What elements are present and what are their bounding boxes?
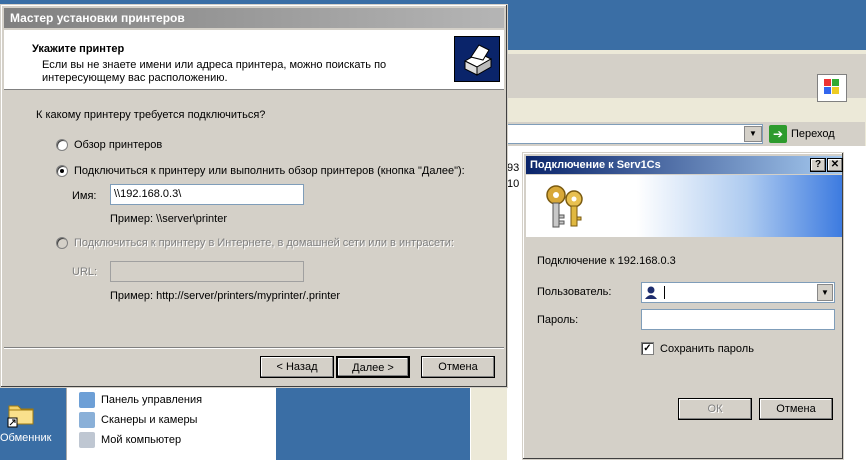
explorer-toolbar	[471, 54, 866, 102]
radio-label: Подключиться к принтеру в Интернете, в д…	[74, 237, 454, 249]
address-bar: ▼ ➔ Переход	[507, 122, 865, 146]
back-button[interactable]: < Назад	[260, 356, 334, 378]
save-password-label: Сохранить пароль	[660, 342, 754, 355]
go-arrow-icon: ➔	[769, 125, 787, 143]
ok-button[interactable]: ОК	[678, 398, 752, 420]
wizard-header-title: Укажите принтер	[32, 43, 125, 55]
address-input[interactable]: ▼	[507, 124, 763, 144]
content-fragment: 10	[507, 178, 520, 190]
shared-folder-icon[interactable]	[6, 398, 36, 428]
text-caret	[664, 286, 665, 299]
wizard-header-subtitle: Если вы не знаете имени или адреса принт…	[42, 59, 387, 84]
connection-dialog: Подключение к Serv1Cs ? ✕ Подключение к …	[522, 152, 844, 460]
password-input[interactable]	[641, 309, 835, 330]
windows-logo-icon	[817, 74, 847, 102]
connection-title-bar[interactable]: Подключение к Serv1Cs ? ✕	[526, 156, 843, 174]
task-pane: Панель управления Сканеры и камеры Мой к…	[66, 386, 276, 460]
wizard-question: К какому принтеру требуется подключиться…	[36, 109, 266, 121]
wizard-body: К какому принтеру требуется подключиться…	[4, 91, 504, 341]
password-label: Пароль:	[537, 314, 579, 326]
task-item-control-panel[interactable]: Панель управления	[79, 392, 202, 408]
connection-target: Подключение к 192.168.0.3	[537, 255, 676, 267]
user-combobox[interactable]: ▼	[641, 282, 835, 303]
task-item-scanners[interactable]: Сканеры и камеры	[79, 412, 197, 428]
help-icon[interactable]: ?	[810, 158, 826, 172]
radio-connect-printer[interactable]: Подключиться к принтеру или выполнить об…	[56, 165, 465, 177]
wizard-header: Укажите принтер Если вы не знаете имени …	[4, 30, 504, 90]
task-item-label: Панель управления	[101, 394, 203, 406]
user-label: Пользователь:	[537, 286, 612, 298]
radio-internet-printer[interactable]: Подключиться к принтеру в Интернете, в д…	[56, 237, 454, 249]
radio-button-disabled	[56, 237, 68, 249]
chevron-down-icon[interactable]: ▼	[744, 126, 762, 142]
url-input	[110, 261, 304, 282]
chevron-down-icon[interactable]: ▼	[817, 284, 833, 301]
checkbox-checked[interactable]: ✓	[641, 342, 654, 355]
content-fragment: 93	[507, 162, 520, 174]
save-password-checkbox[interactable]: ✓ Сохранить пароль	[641, 342, 754, 355]
task-item-label: Мой компьютер	[101, 434, 182, 446]
cancel-button[interactable]: Отмена	[421, 356, 495, 378]
radio-button[interactable]	[56, 139, 68, 151]
url-label: URL:	[72, 266, 98, 278]
my-computer-icon	[79, 432, 95, 448]
connection-title: Подключение к Serv1Cs	[530, 159, 661, 171]
name-label: Имя:	[72, 190, 97, 202]
shared-folder-label: Обменник	[0, 432, 52, 444]
cancel-button[interactable]: Отмена	[759, 398, 833, 420]
task-item-my-computer[interactable]: Мой компьютер	[79, 432, 181, 448]
printer-name-input[interactable]: \\192.168.0.3\	[110, 184, 304, 205]
name-example: Пример: \\server\printer	[110, 213, 227, 225]
next-button[interactable]: Далее >	[336, 356, 410, 378]
close-icon[interactable]: ✕	[827, 158, 843, 172]
scanner-camera-icon	[79, 412, 95, 428]
wizard-title-bar[interactable]: Мастер установки принтеров	[4, 8, 504, 28]
wizard-separator	[4, 347, 504, 349]
radio-label: Подключиться к принтеру или выполнить об…	[74, 165, 465, 177]
go-button[interactable]: ➔ Переход	[769, 124, 835, 144]
control-panel-icon	[79, 392, 95, 408]
task-item-label: Сканеры и камеры	[101, 414, 198, 426]
radio-browse-printers[interactable]: Обзор принтеров	[56, 139, 162, 151]
go-button-label: Переход	[791, 128, 835, 140]
keys-icon	[540, 181, 590, 231]
url-example: Пример: http://server/printers/myprinter…	[110, 290, 341, 302]
radio-label: Обзор принтеров	[74, 139, 163, 151]
user-icon	[644, 285, 658, 299]
printer-icon	[454, 36, 500, 82]
connection-banner	[526, 175, 842, 237]
add-printer-wizard: Мастер установки принтеров Укажите принт…	[0, 4, 508, 388]
radio-button-selected[interactable]	[56, 165, 68, 177]
